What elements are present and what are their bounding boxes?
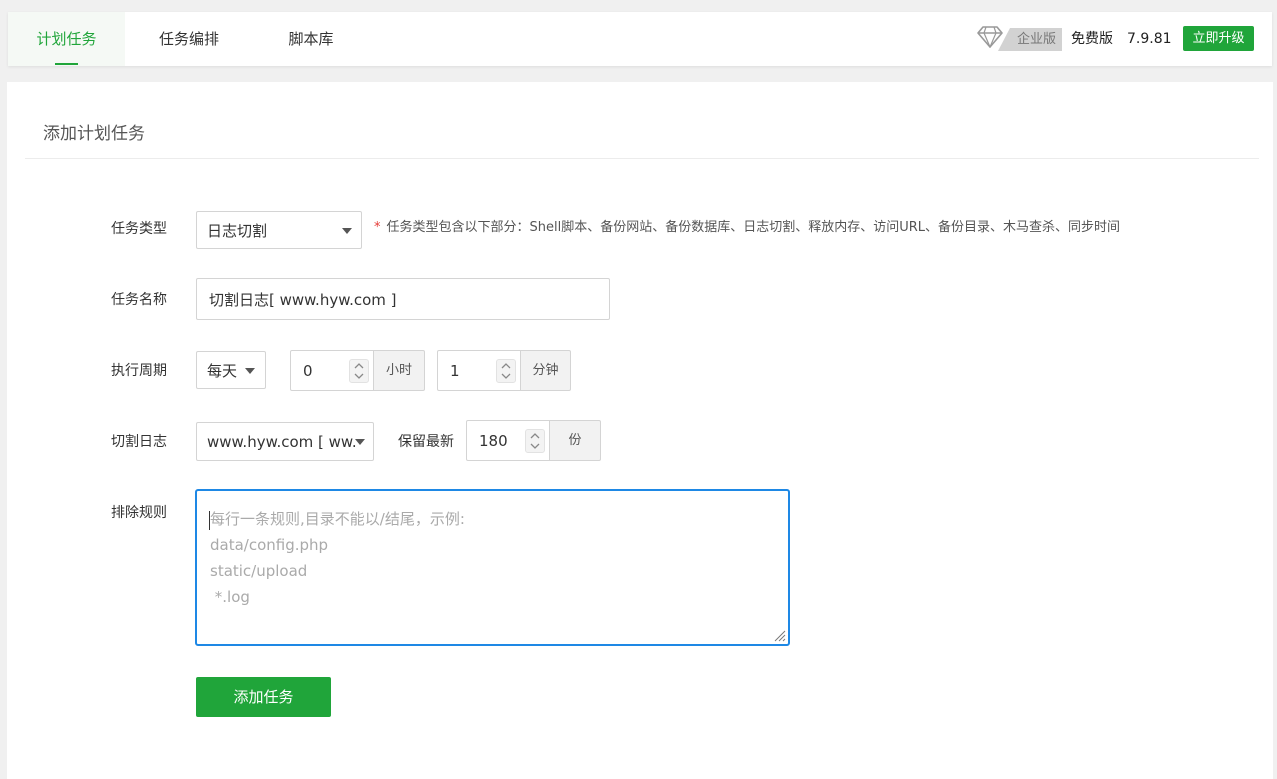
exclude-rules-label: 排除规则 [111, 505, 167, 521]
cut-log-label: 切割日志 [111, 434, 167, 450]
version-number: 7.9.81 [1127, 31, 1172, 47]
edition-label: 免费版 [1071, 31, 1113, 47]
task-name-input[interactable]: 切割日志[ www.hyw.com ] [196, 278, 610, 320]
chevron-down-icon [342, 228, 352, 234]
minute-input[interactable]: 1 [437, 350, 521, 391]
keep-latest-label: 保留最新 [398, 434, 454, 450]
chevron-down-icon [354, 373, 364, 379]
minute-unit: 分钟 [520, 350, 571, 391]
placeholder-line: static/upload [210, 562, 308, 580]
site-value: www.hyw.com [ ww... [207, 433, 357, 451]
chevron-up-icon [530, 433, 540, 439]
tab-task-orchestration[interactable]: 任务编排 [128, 12, 250, 66]
page-title: 添加计划任务 [43, 124, 145, 144]
task-type-value: 日志切割 [207, 222, 268, 240]
required-star: * [374, 220, 381, 235]
hour-stepper[interactable] [349, 359, 369, 383]
resize-handle-icon[interactable] [772, 628, 786, 642]
chevron-up-icon [354, 363, 364, 369]
period-label: 执行周期 [111, 363, 167, 379]
task-type-select[interactable]: 日志切割 [196, 211, 362, 249]
task-name-label: 任务名称 [111, 292, 167, 308]
frequency-value: 每天 [207, 362, 238, 380]
frequency-select[interactable]: 每天 [196, 351, 266, 389]
placeholder-line: 每行一条规则,目录不能以/结尾，示例: [210, 510, 465, 528]
hour-input[interactable]: 0 [290, 350, 374, 391]
keep-count-stepper[interactable] [525, 429, 545, 453]
chevron-down-icon [355, 439, 365, 445]
upgrade-button[interactable]: 立即升级 [1183, 26, 1254, 51]
tab-script-library[interactable]: 脚本库 [258, 12, 364, 66]
enterprise-badge[interactable]: 企业版 [998, 28, 1062, 51]
chevron-down-icon [245, 368, 255, 374]
keep-count-input[interactable]: 180 [466, 420, 550, 461]
minute-value: 1 [450, 362, 460, 380]
chevron-down-icon [530, 443, 540, 449]
keep-count-value: 180 [479, 432, 508, 450]
task-type-hint: * 任务类型包含以下部分：Shell脚本、备份网站、备份数据库、日志切割、释放内存… [374, 218, 1120, 238]
task-type-hint-text: 任务类型包含以下部分：Shell脚本、备份网站、备份数据库、日志切割、释放内存、… [386, 220, 1121, 235]
add-task-button[interactable]: 添加任务 [196, 677, 331, 717]
hour-value: 0 [303, 362, 313, 380]
title-divider [25, 158, 1259, 159]
chevron-up-icon [501, 363, 511, 369]
top-nav-bar: 计划任务 任务编排 脚本库 企业版 免费版 7.9.81 立即升级 [8, 12, 1272, 66]
tab-scheduled-tasks[interactable]: 计划任务 [8, 12, 125, 66]
hour-unit: 小时 [373, 350, 425, 391]
task-type-label: 任务类型 [111, 221, 167, 237]
diamond-icon [977, 26, 1003, 48]
placeholder-line: *.log [210, 588, 250, 606]
task-name-value: 切割日志[ www.hyw.com ] [209, 291, 397, 309]
exclude-rules-textarea[interactable]: 每行一条规则,目录不能以/结尾，示例: data/config.php stat… [195, 489, 790, 646]
placeholder-line: data/config.php [210, 536, 329, 554]
minute-stepper[interactable] [496, 359, 516, 383]
site-select[interactable]: www.hyw.com [ ww... [196, 422, 374, 461]
chevron-down-icon [501, 373, 511, 379]
add-task-panel: 添加计划任务 任务类型 日志切割 * 任务类型包含以下部分：Shell脚本、备份网… [7, 82, 1273, 779]
keep-count-unit: 份 [549, 420, 601, 461]
